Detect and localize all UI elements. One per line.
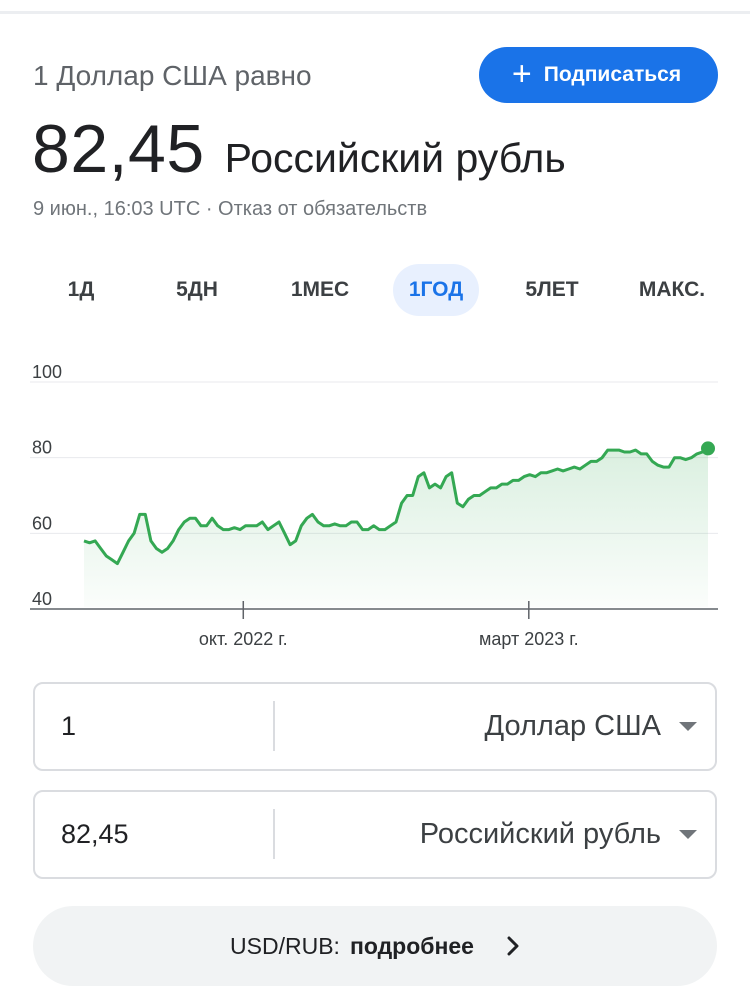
converter-from: 1 Доллар США <box>33 682 717 771</box>
top-divider <box>0 11 750 14</box>
tab-5d[interactable]: 5ДН <box>154 264 240 316</box>
chevron-right-icon <box>506 936 520 956</box>
y-tick-label: 100 <box>32 362 62 382</box>
timestamp[interactable]: 9 июн., 16:03 UTC · Отказ от обязательст… <box>33 198 427 221</box>
rate-currency: Российский рубль <box>224 135 566 181</box>
tab-max[interactable]: МАКС. <box>622 264 722 316</box>
rate-chart[interactable]: 100 80 60 40 окт. 2022 г. март 2023 г. <box>0 360 750 660</box>
tab-5y[interactable]: 5ЛЕТ <box>504 264 600 316</box>
y-tick-label: 60 <box>32 513 52 533</box>
more-label: подробнее <box>349 932 474 959</box>
tab-1m[interactable]: 1МЕС <box>270 264 370 316</box>
y-tick-label: 40 <box>32 589 52 609</box>
from-currency-select[interactable]: Доллар США <box>485 684 697 769</box>
equals-label: 1 Доллар США равно <box>33 60 312 91</box>
plus-icon: + <box>511 54 532 93</box>
converter-to: 82,45 Российский рубль <box>33 790 717 879</box>
range-tabs: 1Д 5ДН 1МЕС 1ГОД 5ЛЕТ МАКС. <box>30 264 730 316</box>
subscribe-label: Подписаться <box>543 63 682 86</box>
last-value-dot <box>701 441 715 456</box>
converter-divider <box>273 701 275 751</box>
to-currency-label: Российский рубль <box>419 818 661 850</box>
caret-down-icon <box>679 830 697 839</box>
subscribe-button[interactable]: + Подписаться <box>479 47 718 103</box>
caret-down-icon <box>679 722 697 731</box>
exchange-rate: 82,45 Российский рубль <box>32 110 566 188</box>
y-tick-label: 80 <box>32 438 52 458</box>
series-area <box>84 448 708 607</box>
from-currency-label: Доллар США <box>484 710 661 742</box>
pair-label: USD/RUB: <box>230 932 340 959</box>
details-button[interactable]: USD/RUB: подробнее <box>33 906 717 986</box>
from-amount-input[interactable]: 1 <box>61 684 76 769</box>
to-currency-select[interactable]: Российский рубль <box>420 792 697 877</box>
to-amount-input[interactable]: 82,45 <box>61 792 129 877</box>
tab-1d[interactable]: 1Д <box>38 264 124 316</box>
rate-value: 82,45 <box>32 111 205 187</box>
x-tick-label: окт. 2022 г. <box>199 629 288 649</box>
converter-divider <box>273 809 275 859</box>
x-tick-label: март 2023 г. <box>479 629 579 649</box>
tab-1y[interactable]: 1ГОД <box>393 264 479 316</box>
